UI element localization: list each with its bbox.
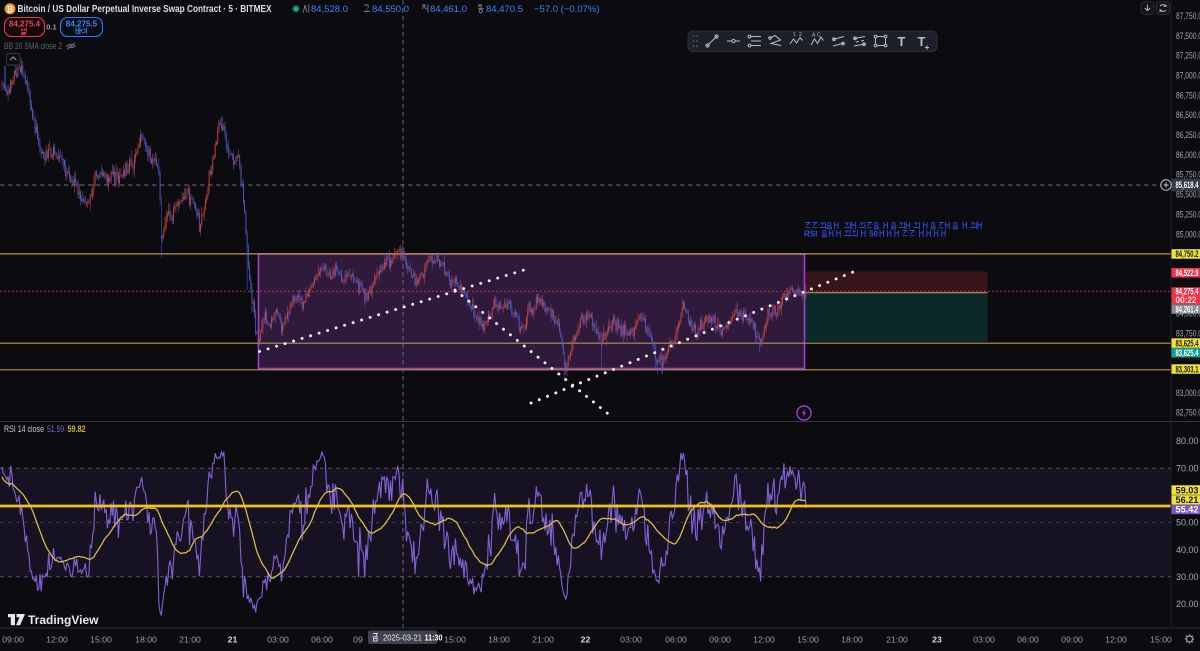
- svg-text:84,750.2: 84,750.2: [1176, 249, 1199, 259]
- svg-text:03:00: 03:00: [973, 635, 995, 645]
- svg-text:87,500.0: 87,500.0: [1176, 31, 1200, 41]
- svg-text:11:30: 11:30: [425, 633, 443, 643]
- svg-text:80.00: 80.00: [1176, 436, 1199, 446]
- svg-text:06:00: 06:00: [665, 635, 687, 645]
- svg-text:−57.0 (−0.07%): −57.0 (−0.07%): [534, 4, 600, 15]
- svg-text:86,500.0: 86,500.0: [1176, 110, 1200, 120]
- svg-text:18:00: 18:00: [488, 635, 510, 645]
- svg-text:59.82: 59.82: [68, 424, 86, 434]
- svg-text:0.1: 0.1: [46, 23, 56, 32]
- svg-text:T: T: [898, 34, 906, 49]
- svg-text:15:00: 15:00: [797, 635, 819, 645]
- svg-text:84,275.4: 84,275.4: [9, 19, 41, 28]
- svg-text:15:00: 15:00: [90, 635, 112, 645]
- svg-text:BB 20 SMA close 2: BB 20 SMA close 2: [4, 41, 62, 51]
- svg-text:Bitcoin / US Dollar Perpetual: Bitcoin / US Dollar Perpetual Inverse Sw…: [18, 4, 272, 15]
- svg-text:21: 21: [228, 635, 238, 645]
- svg-text:85,250.0: 85,250.0: [1176, 209, 1200, 219]
- svg-text:83,750.0: 83,750.0: [1176, 328, 1200, 338]
- svg-text:84,275.5: 84,275.5: [66, 19, 98, 28]
- svg-text:21:00: 21:00: [179, 635, 201, 645]
- svg-text:20.00: 20.00: [1176, 599, 1199, 609]
- svg-text:50: 50: [869, 230, 878, 239]
- svg-text:21:00: 21:00: [532, 635, 554, 645]
- svg-text:1: 1: [793, 32, 796, 38]
- svg-text:83,625.4: 83,625.4: [1176, 348, 1199, 358]
- svg-text:84,461.0: 84,461.0: [430, 4, 467, 15]
- svg-text:06:00: 06:00: [311, 635, 333, 645]
- svg-text:86,000.0: 86,000.0: [1176, 150, 1200, 160]
- svg-text:82,750.0: 82,750.0: [1176, 408, 1200, 418]
- svg-text:55.42: 55.42: [1176, 505, 1199, 515]
- svg-text:12:00: 12:00: [753, 635, 775, 645]
- svg-text:03:00: 03:00: [267, 635, 289, 645]
- svg-text:03:00: 03:00: [620, 635, 642, 645]
- svg-text:84,522.9: 84,522.9: [1176, 268, 1199, 278]
- svg-text:85,000.0: 85,000.0: [1176, 229, 1200, 239]
- svg-text:87,250.0: 87,250.0: [1176, 51, 1200, 61]
- svg-text:59.03: 59.03: [1176, 485, 1199, 495]
- svg-text:85,618.4: 85,618.4: [1176, 180, 1199, 190]
- svg-text:18:00: 18:00: [841, 635, 863, 645]
- svg-text:09:00: 09:00: [1061, 635, 1083, 645]
- svg-text:86,750.0: 86,750.0: [1176, 90, 1200, 100]
- svg-text:40.00: 40.00: [1176, 545, 1199, 555]
- svg-text:06:00: 06:00: [1017, 635, 1039, 645]
- svg-text:22: 22: [581, 635, 591, 645]
- svg-text:09:00: 09:00: [2, 635, 24, 645]
- svg-text:2025-03-21: 2025-03-21: [383, 633, 422, 643]
- svg-text:09: 09: [353, 635, 363, 645]
- svg-text:87,750.0: 87,750.0: [1176, 11, 1200, 21]
- svg-text:51.59: 51.59: [47, 424, 64, 434]
- svg-text:₿: ₿: [7, 4, 14, 14]
- svg-text:09:00: 09:00: [709, 635, 731, 645]
- svg-text:15:00: 15:00: [444, 635, 466, 645]
- svg-text:12:00: 12:00: [1105, 635, 1127, 645]
- svg-text:TradingView: TradingView: [28, 613, 99, 627]
- svg-text:21:00: 21:00: [886, 635, 908, 645]
- svg-text:84,261.4: 84,261.4: [1176, 304, 1199, 314]
- svg-text:RSI 14 close: RSI 14 close: [4, 424, 44, 434]
- svg-text:84,528.0: 84,528.0: [311, 4, 348, 15]
- svg-text:2: 2: [799, 32, 802, 38]
- svg-text:84,470.5: 84,470.5: [486, 4, 523, 15]
- svg-text:83,303.1: 83,303.1: [1176, 364, 1199, 374]
- svg-text:23: 23: [932, 635, 942, 645]
- svg-text:86,250.0: 86,250.0: [1176, 130, 1200, 140]
- svg-text:T: T: [918, 34, 926, 49]
- svg-text:C: C: [817, 33, 821, 39]
- svg-text:30.00: 30.00: [1176, 572, 1199, 582]
- svg-text:87,000.0: 87,000.0: [1176, 71, 1200, 81]
- svg-text:83,000.0: 83,000.0: [1176, 388, 1200, 398]
- svg-text:50.00: 50.00: [1176, 518, 1199, 528]
- svg-text:70.00: 70.00: [1176, 463, 1199, 473]
- svg-text:RSI: RSI: [804, 230, 817, 239]
- svg-text:56.21: 56.21: [1176, 495, 1199, 505]
- svg-text:83,625.4: 83,625.4: [1176, 338, 1199, 348]
- svg-text:18:00: 18:00: [135, 635, 157, 645]
- svg-text:85,750.0: 85,750.0: [1176, 170, 1200, 180]
- svg-text:84,550.0: 84,550.0: [372, 4, 409, 15]
- svg-text:15:00: 15:00: [1150, 635, 1172, 645]
- svg-text:12:00: 12:00: [46, 635, 68, 645]
